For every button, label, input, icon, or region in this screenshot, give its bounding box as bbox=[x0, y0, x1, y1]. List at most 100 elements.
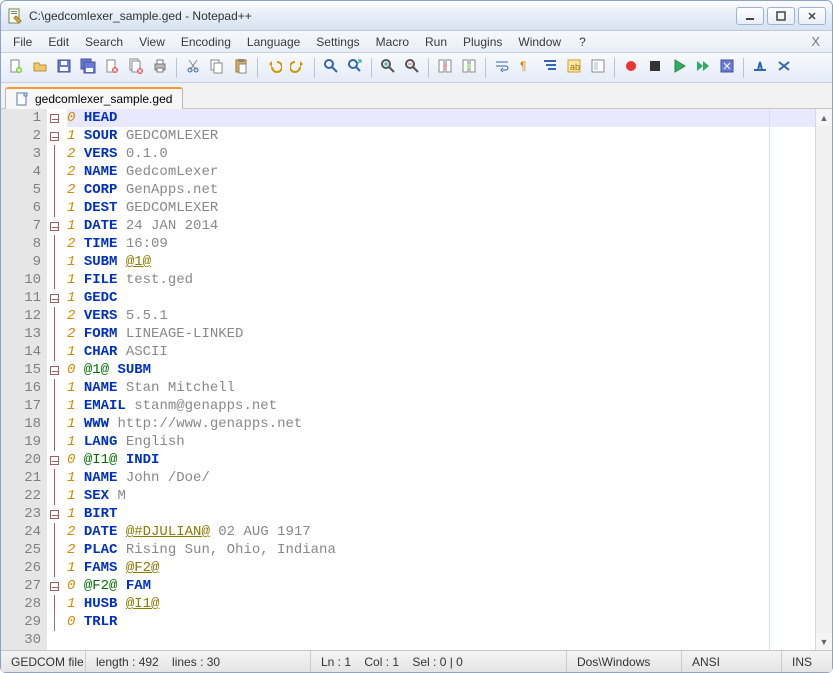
find-button[interactable] bbox=[320, 57, 342, 79]
toggle-2-button[interactable] bbox=[773, 57, 795, 79]
close-all-button[interactable] bbox=[125, 57, 147, 79]
vertical-scrollbar[interactable]: ▲ ▼ bbox=[815, 109, 832, 650]
fold-node[interactable] bbox=[47, 217, 61, 235]
menu-run[interactable]: Run bbox=[417, 33, 455, 51]
save-macro-button[interactable] bbox=[716, 57, 738, 79]
menu-help[interactable]: ? bbox=[571, 33, 594, 51]
menu-view[interactable]: View bbox=[131, 33, 173, 51]
line-number: 30 bbox=[1, 631, 41, 649]
code-line[interactable]: 1 GEDC bbox=[67, 289, 815, 307]
code-line[interactable]: 0 @I1@ INDI bbox=[67, 451, 815, 469]
print-button[interactable] bbox=[149, 57, 171, 79]
save-button[interactable] bbox=[53, 57, 75, 79]
code-line[interactable]: 2 PLAC Rising Sun, Ohio, Indiana bbox=[67, 541, 815, 559]
close-button[interactable] bbox=[101, 57, 123, 79]
menu-window[interactable]: Window bbox=[510, 33, 569, 51]
fold-node[interactable] bbox=[47, 361, 61, 379]
all-chars-button[interactable]: ¶ bbox=[515, 57, 537, 79]
code-line[interactable]: 2 DATE @#DJULIAN@ 02 AUG 1917 bbox=[67, 523, 815, 541]
wrap-button[interactable] bbox=[491, 57, 513, 79]
play-button[interactable] bbox=[668, 57, 690, 79]
code-line[interactable]: 1 NAME Stan Mitchell bbox=[67, 379, 815, 397]
fold-node[interactable] bbox=[47, 577, 61, 595]
fold-node bbox=[47, 235, 61, 253]
play-multi-button[interactable] bbox=[692, 57, 714, 79]
maximize-button[interactable] bbox=[767, 7, 795, 25]
paste-icon bbox=[233, 58, 249, 77]
sync-h-button[interactable] bbox=[458, 57, 480, 79]
status-encoding: ANSI bbox=[682, 651, 782, 672]
undo-button[interactable] bbox=[263, 57, 285, 79]
code-line[interactable]: 1 LANG English bbox=[67, 433, 815, 451]
stop-button[interactable] bbox=[644, 57, 666, 79]
paste-button[interactable] bbox=[230, 57, 252, 79]
fold-node[interactable] bbox=[47, 109, 61, 127]
code-line[interactable]: 1 BIRT bbox=[67, 505, 815, 523]
code-line[interactable]: 1 FAMS @F2@ bbox=[67, 559, 815, 577]
fold-node[interactable] bbox=[47, 127, 61, 145]
code-line[interactable]: 2 VERS 5.5.1 bbox=[67, 307, 815, 325]
sync-v-button[interactable] bbox=[434, 57, 456, 79]
code-line[interactable]: 1 FILE test.ged bbox=[67, 271, 815, 289]
code-line[interactable]: 1 SOUR GEDCOMLEXER bbox=[67, 127, 815, 145]
zoom-in-button[interactable] bbox=[377, 57, 399, 79]
code-editor[interactable]: 1234567891011121314151617181920212223242… bbox=[1, 109, 815, 650]
print-icon bbox=[152, 58, 168, 77]
code-line[interactable]: 0 @F2@ FAM bbox=[67, 577, 815, 595]
replace-button[interactable] bbox=[344, 57, 366, 79]
toggle-1-button[interactable] bbox=[749, 57, 771, 79]
code-line[interactable]: 1 DEST GEDCOMLEXER bbox=[67, 199, 815, 217]
scroll-down-button[interactable]: ▼ bbox=[816, 633, 832, 650]
minimize-button[interactable] bbox=[736, 7, 764, 25]
code-line[interactable]: 1 HUSB @I1@ bbox=[67, 595, 815, 613]
menu-macro[interactable]: Macro bbox=[368, 33, 417, 51]
code-line[interactable]: 1 SEX M bbox=[67, 487, 815, 505]
tab-active[interactable]: gedcomlexer_sample.ged bbox=[5, 87, 183, 109]
code-line[interactable]: 1 DATE 24 JAN 2014 bbox=[67, 217, 815, 235]
code-line[interactable]: 1 NAME John /Doe/ bbox=[67, 469, 815, 487]
status-length: length : 492 lines : 30 bbox=[86, 651, 311, 672]
scroll-up-button[interactable]: ▲ bbox=[816, 109, 832, 126]
code-line[interactable]: 1 EMAIL stanm@genapps.net bbox=[67, 397, 815, 415]
menu-plugins[interactable]: Plugins bbox=[455, 33, 510, 51]
menu-doc-close[interactable]: X bbox=[803, 34, 828, 49]
new-file-button[interactable] bbox=[5, 57, 27, 79]
code-line[interactable] bbox=[67, 631, 815, 649]
menu-edit[interactable]: Edit bbox=[40, 33, 77, 51]
redo-button[interactable] bbox=[287, 57, 309, 79]
indent-guide-button[interactable] bbox=[539, 57, 561, 79]
lang-button[interactable]: ab bbox=[563, 57, 585, 79]
doc-map-button[interactable] bbox=[587, 57, 609, 79]
menu-language[interactable]: Language bbox=[239, 33, 308, 51]
save-icon bbox=[56, 58, 72, 77]
menu-settings[interactable]: Settings bbox=[308, 33, 367, 51]
scroll-track[interactable] bbox=[816, 126, 832, 633]
play-icon bbox=[671, 58, 687, 77]
code-line[interactable]: 1 SUBM @1@ bbox=[67, 253, 815, 271]
code-line[interactable]: 1 CHAR ASCII bbox=[67, 343, 815, 361]
record-button[interactable] bbox=[620, 57, 642, 79]
close-button[interactable] bbox=[798, 7, 826, 25]
code-line[interactable]: 1 WWW http://www.genapps.net bbox=[67, 415, 815, 433]
menu-encoding[interactable]: Encoding bbox=[173, 33, 239, 51]
fold-node[interactable] bbox=[47, 289, 61, 307]
code-content[interactable]: 0 HEAD1 SOUR GEDCOMLEXER2 VERS 0.1.02 NA… bbox=[61, 109, 815, 650]
menu-file[interactable]: File bbox=[5, 33, 40, 51]
zoom-out-button[interactable] bbox=[401, 57, 423, 79]
fold-column[interactable] bbox=[47, 109, 61, 650]
cut-button[interactable] bbox=[182, 57, 204, 79]
code-line[interactable]: 0 @1@ SUBM bbox=[67, 361, 815, 379]
copy-button[interactable] bbox=[206, 57, 228, 79]
code-line[interactable]: 2 CORP GenApps.net bbox=[67, 181, 815, 199]
fold-node[interactable] bbox=[47, 505, 61, 523]
code-line[interactable]: 0 HEAD bbox=[67, 109, 815, 127]
code-line[interactable]: 2 VERS 0.1.0 bbox=[67, 145, 815, 163]
menu-search[interactable]: Search bbox=[77, 33, 131, 51]
code-line[interactable]: 2 FORM LINEAGE-LINKED bbox=[67, 325, 815, 343]
open-file-button[interactable] bbox=[29, 57, 51, 79]
fold-node[interactable] bbox=[47, 451, 61, 469]
code-line[interactable]: 2 TIME 16:09 bbox=[67, 235, 815, 253]
code-line[interactable]: 0 TRLR bbox=[67, 613, 815, 631]
code-line[interactable]: 2 NAME GedcomLexer bbox=[67, 163, 815, 181]
save-all-button[interactable] bbox=[77, 57, 99, 79]
